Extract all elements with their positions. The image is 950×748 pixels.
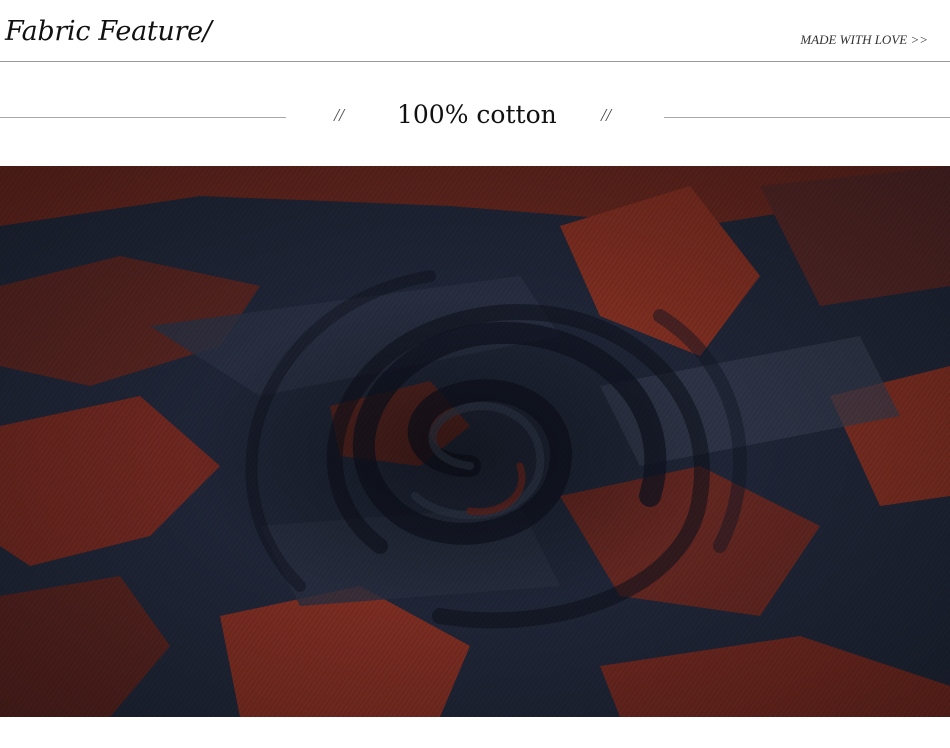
section-title: Fabric Feature/ [5,16,212,47]
right-divider-line [664,117,950,118]
fabric-closeup-photo [0,166,950,717]
page-header: Fabric Feature/ MADE WITH LOVE >> [0,0,950,62]
material-label: 100% cotton [397,100,557,129]
left-slash-mark: // [334,105,345,125]
material-heading-row: // 100% cotton // [0,96,950,142]
made-with-love-tagline: MADE WITH LOVE >> [800,32,928,47]
left-divider-line [0,117,286,118]
header-divider [0,61,950,62]
right-slash-mark: // [601,105,612,125]
